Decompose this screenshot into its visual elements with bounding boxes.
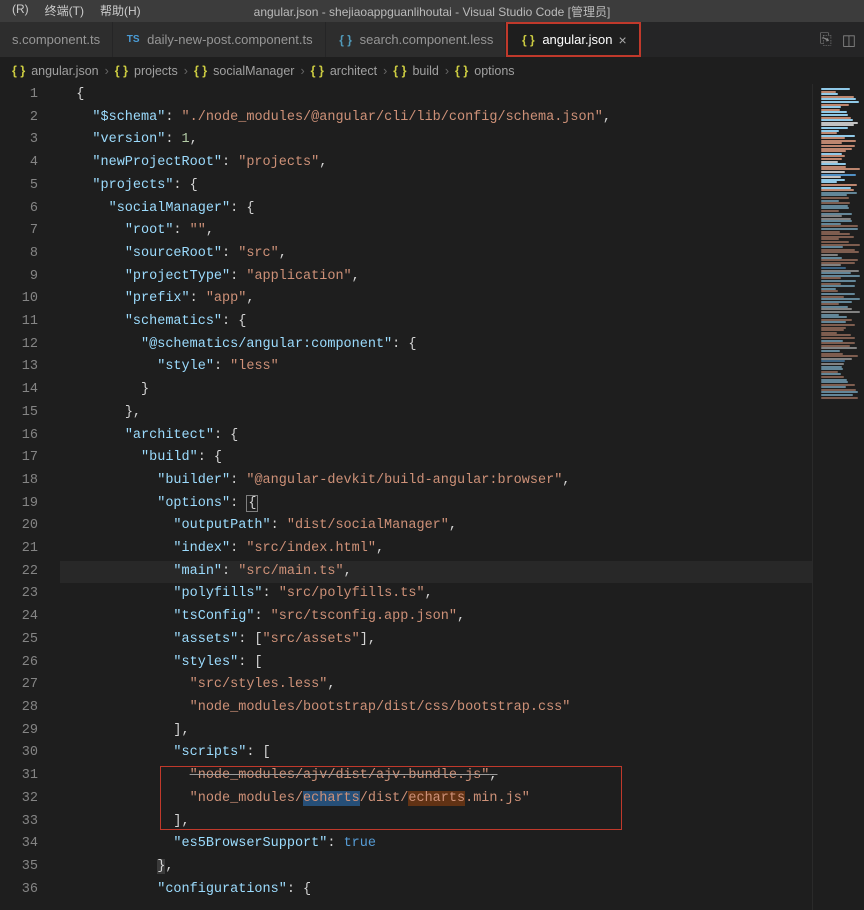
chevron-right-icon: › (445, 64, 449, 78)
minimap[interactable] (812, 84, 864, 910)
breadcrumb-item[interactable]: angular.json (31, 64, 98, 78)
less-icon: { } (338, 33, 354, 47)
json-icon: { } (393, 64, 406, 78)
split-editor-icon[interactable]: ◫ (842, 31, 856, 49)
tab-label: s.component.ts (12, 32, 100, 47)
tab-daily-new-post[interactable]: TS daily-new-post.component.ts (113, 22, 325, 57)
breadcrumb-item[interactable]: options (474, 64, 514, 78)
window-title: angular.json - shejiaoappguanlihoutai - … (254, 3, 611, 20)
breadcrumb-item[interactable]: projects (134, 64, 178, 78)
chevron-right-icon: › (383, 64, 387, 78)
menu-item[interactable]: 终端(T) (39, 2, 90, 19)
menu-bar[interactable]: (R) 终端(T) 帮助(H) (0, 0, 153, 21)
menu-item[interactable]: 帮助(H) (94, 2, 147, 19)
breadcrumb-item[interactable]: socialManager (213, 64, 294, 78)
typescript-icon: TS (125, 34, 141, 45)
breadcrumb-item[interactable]: architect (330, 64, 377, 78)
title-bar: (R) 终端(T) 帮助(H) angular.json - shejiaoap… (0, 0, 864, 22)
json-icon: { } (455, 64, 468, 78)
json-icon: { } (520, 33, 536, 47)
menu-item[interactable]: (R) (6, 2, 35, 19)
json-icon: { } (194, 64, 207, 78)
json-icon: { } (12, 64, 25, 78)
close-icon[interactable]: × (618, 32, 626, 48)
tab-angular-json[interactable]: { } angular.json × (506, 22, 640, 57)
chevron-right-icon: › (105, 64, 109, 78)
tab-search-less[interactable]: { } search.component.less (326, 22, 507, 57)
editor-tabs: s.component.ts TS daily-new-post.compone… (0, 22, 864, 58)
git-compare-icon[interactable]: ⎘ (820, 31, 832, 48)
code-area[interactable]: { "$schema": "./node_modules/@angular/cl… (56, 84, 812, 910)
json-icon: { } (115, 64, 128, 78)
line-number-gutter: 1234567891011121314151617181920212223242… (0, 84, 56, 910)
breadcrumb-item[interactable]: build (412, 64, 438, 78)
tab-component-ts[interactable]: s.component.ts (0, 22, 113, 57)
chevron-right-icon: › (300, 64, 304, 78)
breadcrumb[interactable]: { } angular.json › { } projects › { } so… (0, 58, 864, 84)
json-icon: { } (311, 64, 324, 78)
tab-label: daily-new-post.component.ts (147, 32, 312, 47)
tab-label: angular.json (542, 32, 612, 47)
code-editor[interactable]: 1234567891011121314151617181920212223242… (0, 84, 864, 910)
chevron-right-icon: › (184, 64, 188, 78)
tab-label: search.component.less (360, 32, 494, 47)
